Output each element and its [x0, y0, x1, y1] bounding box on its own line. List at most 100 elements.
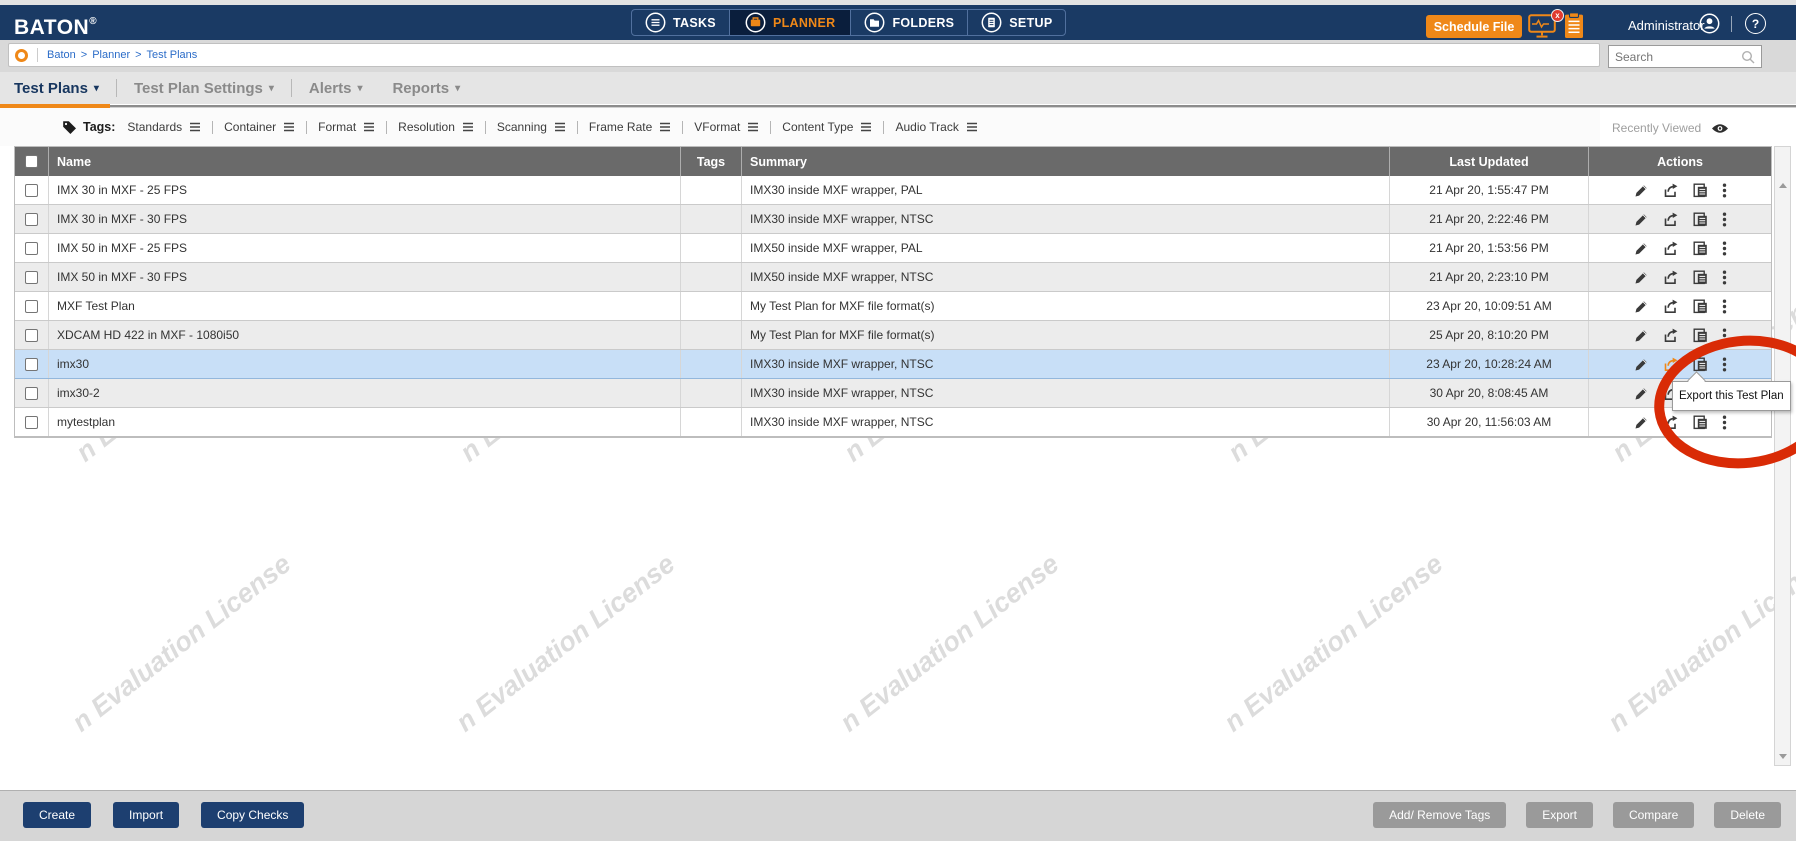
- edit-icon[interactable]: [1634, 386, 1649, 401]
- export-icon[interactable]: [1663, 270, 1679, 285]
- qc-monitor-icon[interactable]: x: [1528, 14, 1558, 40]
- edit-icon[interactable]: [1634, 357, 1649, 372]
- more-actions-icon[interactable]: [1722, 415, 1727, 430]
- table-row[interactable]: IMX 50 in MXF - 25 FPSIMX50 inside MXF w…: [15, 234, 1771, 263]
- more-actions-icon[interactable]: [1722, 270, 1727, 285]
- tab-reports[interactable]: Reports▾: [392, 80, 460, 97]
- help-icon[interactable]: ?: [1745, 13, 1766, 34]
- menu-icon[interactable]: [462, 122, 474, 132]
- column-header-summary[interactable]: Summary: [741, 147, 1389, 176]
- column-header-tags[interactable]: Tags: [680, 147, 741, 176]
- table-row[interactable]: imx30IMX30 inside MXF wrapper, NTSC23 Ap…: [15, 350, 1771, 379]
- edit-icon[interactable]: [1634, 415, 1649, 430]
- edit-icon[interactable]: [1634, 270, 1649, 285]
- tab-test-plan-settings[interactable]: Test Plan Settings▾: [134, 80, 274, 97]
- edit-icon[interactable]: [1634, 183, 1649, 198]
- tab-test-plans[interactable]: Test Plans▾: [14, 80, 99, 97]
- export-icon[interactable]: [1663, 357, 1679, 372]
- tab-alerts[interactable]: Alerts▾: [309, 80, 363, 97]
- table-row[interactable]: MXF Test PlanMy Test Plan for MXF file f…: [15, 292, 1771, 321]
- nav-folders[interactable]: FOLDERS: [851, 10, 968, 35]
- copy-checks-icon[interactable]: [1693, 299, 1708, 314]
- tag-filter-container[interactable]: Container: [224, 120, 295, 134]
- menu-icon[interactable]: [189, 122, 201, 132]
- more-actions-icon[interactable]: [1722, 183, 1727, 198]
- row-checkbox[interactable]: [25, 213, 38, 226]
- nav-setup[interactable]: SETUP: [968, 10, 1065, 35]
- menu-icon[interactable]: [283, 122, 295, 132]
- export-icon[interactable]: [1663, 299, 1679, 314]
- tag-filter-frame-rate[interactable]: Frame Rate: [589, 120, 671, 134]
- more-actions-icon[interactable]: [1722, 357, 1727, 372]
- copy-checks-icon[interactable]: [1693, 241, 1708, 256]
- tag-filter-scanning[interactable]: Scanning: [497, 120, 566, 134]
- delete-button[interactable]: Delete: [1714, 802, 1781, 828]
- menu-icon[interactable]: [860, 122, 872, 132]
- row-checkbox[interactable]: [25, 416, 38, 429]
- add-remove-tags-button[interactable]: Add/ Remove Tags: [1373, 802, 1506, 828]
- row-checkbox[interactable]: [25, 387, 38, 400]
- menu-icon[interactable]: [363, 122, 375, 132]
- menu-icon[interactable]: [747, 122, 759, 132]
- tag-filter-resolution[interactable]: Resolution: [398, 120, 474, 134]
- menu-icon[interactable]: [966, 122, 978, 132]
- create-button[interactable]: Create: [23, 802, 91, 828]
- column-header-name[interactable]: Name: [48, 147, 680, 176]
- edit-icon[interactable]: [1634, 212, 1649, 227]
- copy-checks-icon[interactable]: [1693, 270, 1708, 285]
- search-icon[interactable]: [1741, 50, 1755, 64]
- nav-tasks[interactable]: TASKS: [632, 10, 730, 35]
- tag-filter-content-type[interactable]: Content Type: [782, 120, 872, 134]
- scroll-down-arrow[interactable]: [1779, 754, 1787, 759]
- more-actions-icon[interactable]: [1722, 299, 1727, 314]
- search-input[interactable]: [1609, 50, 1741, 64]
- recently-viewed[interactable]: Recently Viewed: [1612, 117, 1729, 139]
- copy-checks-icon[interactable]: [1693, 212, 1708, 227]
- export-button[interactable]: Export: [1526, 802, 1593, 828]
- copy-checks-icon[interactable]: [1693, 357, 1708, 372]
- import-button[interactable]: Import: [113, 802, 179, 828]
- user-avatar-icon[interactable]: [1699, 13, 1720, 39]
- tag-filter-audio-track[interactable]: Audio Track: [895, 120, 977, 134]
- row-checkbox[interactable]: [25, 300, 38, 313]
- table-row[interactable]: IMX 30 in MXF - 25 FPSIMX30 inside MXF w…: [15, 176, 1771, 205]
- export-icon[interactable]: [1663, 241, 1679, 256]
- breadcrumb-link-baton[interactable]: Baton: [47, 49, 76, 61]
- table-row[interactable]: IMX 30 in MXF - 30 FPSIMX30 inside MXF w…: [15, 205, 1771, 234]
- table-row[interactable]: IMX 50 in MXF - 30 FPSIMX50 inside MXF w…: [15, 263, 1771, 292]
- vertical-scrollbar[interactable]: [1774, 146, 1791, 766]
- row-checkbox[interactable]: [25, 358, 38, 371]
- export-icon[interactable]: [1663, 212, 1679, 227]
- tag-filter-format[interactable]: Format: [318, 120, 375, 134]
- scroll-up-arrow[interactable]: [1779, 183, 1787, 188]
- table-row[interactable]: mytestplanIMX30 inside MXF wrapper, NTSC…: [15, 408, 1771, 437]
- column-header-last-updated[interactable]: Last Updated: [1389, 147, 1588, 176]
- edit-icon[interactable]: [1634, 299, 1649, 314]
- copy-checks-icon[interactable]: [1693, 415, 1708, 430]
- more-actions-icon[interactable]: [1722, 328, 1727, 343]
- row-checkbox[interactable]: [25, 184, 38, 197]
- tag-filter-vformat[interactable]: VFormat: [694, 120, 759, 134]
- row-checkbox[interactable]: [25, 242, 38, 255]
- copy-checks-icon[interactable]: [1693, 183, 1708, 198]
- more-actions-icon[interactable]: [1722, 241, 1727, 256]
- export-icon[interactable]: [1663, 183, 1679, 198]
- breadcrumb-link-test-plans[interactable]: Test Plans: [147, 49, 198, 61]
- menu-icon[interactable]: [554, 122, 566, 132]
- table-row[interactable]: XDCAM HD 422 in MXF - 1080i50My Test Pla…: [15, 321, 1771, 350]
- tag-filter-standards[interactable]: Standards: [127, 120, 201, 134]
- breadcrumb-link-planner[interactable]: Planner: [92, 49, 130, 61]
- schedule-file-button[interactable]: Schedule File: [1426, 15, 1522, 38]
- select-all-checkbox[interactable]: [25, 155, 38, 168]
- row-checkbox[interactable]: [25, 271, 38, 284]
- menu-icon[interactable]: [659, 122, 671, 132]
- nav-planner[interactable]: PLANNER: [730, 10, 852, 35]
- table-row[interactable]: imx30-2IMX30 inside MXF wrapper, NTSC30 …: [15, 379, 1771, 408]
- edit-icon[interactable]: [1634, 328, 1649, 343]
- more-actions-icon[interactable]: [1722, 212, 1727, 227]
- edit-icon[interactable]: [1634, 241, 1649, 256]
- copy-checks-icon[interactable]: [1693, 328, 1708, 343]
- export-icon[interactable]: [1663, 328, 1679, 343]
- compare-button[interactable]: Compare: [1613, 802, 1694, 828]
- row-checkbox[interactable]: [25, 329, 38, 342]
